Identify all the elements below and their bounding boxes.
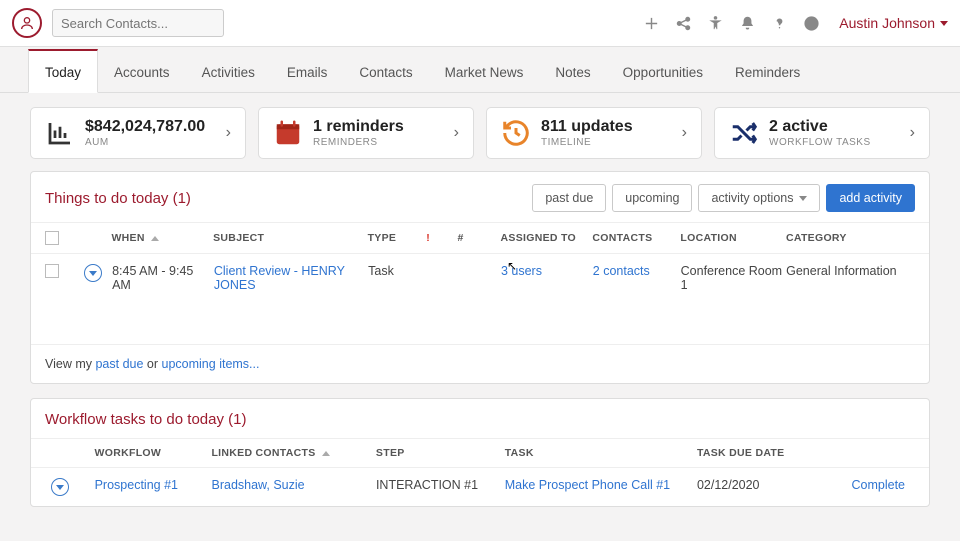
- plus-icon[interactable]: [637, 9, 665, 37]
- tab-emails[interactable]: Emails: [271, 51, 344, 92]
- chevron-down-icon: [89, 271, 97, 276]
- card-reminders[interactable]: 1 remindersREMINDERS ›: [258, 107, 474, 159]
- workflow-panel: Workflow tasks to do today (1) WORKFLOW …: [30, 398, 930, 507]
- col-category[interactable]: CATEGORY: [786, 232, 915, 244]
- tab-opportunities[interactable]: Opportunities: [607, 51, 719, 92]
- upcoming-button[interactable]: upcoming: [612, 184, 692, 212]
- footer-prefix: View my: [45, 357, 95, 371]
- cell-workflow[interactable]: Prospecting #1: [95, 478, 212, 492]
- col-when[interactable]: WHEN: [111, 232, 213, 244]
- cell-step: INTERACTION #1: [376, 478, 505, 492]
- tab-notes[interactable]: Notes: [539, 51, 606, 92]
- caret-down-icon: [799, 196, 807, 201]
- col-task[interactable]: TASK: [505, 447, 697, 459]
- search-input[interactable]: [52, 9, 224, 37]
- table-row[interactable]: Prospecting #1 Bradshaw, Suzie INTERACTI…: [31, 468, 929, 506]
- expand-toggle[interactable]: [84, 264, 102, 282]
- cell-contacts[interactable]: 2 contacts: [593, 264, 681, 278]
- col-location[interactable]: LOCATION: [680, 232, 786, 244]
- cell-assigned[interactable]: 3 users: [501, 264, 593, 278]
- chat-icon[interactable]: [797, 9, 825, 37]
- things-panel: Things to do today (1) past due upcoming…: [30, 171, 930, 384]
- row-checkbox[interactable]: [45, 264, 59, 278]
- workflow-table-header: WORKFLOW LINKED CONTACTS STEP TASK TASK …: [31, 438, 929, 468]
- tab-market-news[interactable]: Market News: [429, 51, 540, 92]
- tabbar: Today Accounts Activities Emails Contact…: [0, 47, 960, 93]
- help-icon[interactable]: [765, 9, 793, 37]
- col-workflow[interactable]: WORKFLOW: [95, 447, 212, 459]
- cell-location: Conference Room 1: [681, 264, 786, 292]
- card-title: $842,024,787.00: [85, 118, 205, 136]
- panel-title: Things to do today (1): [45, 190, 191, 207]
- things-footer: View my past due or upcoming items...: [31, 344, 929, 383]
- calendar-icon: [273, 120, 303, 146]
- label: activity options: [711, 191, 793, 205]
- tab-accounts[interactable]: Accounts: [98, 51, 186, 92]
- col-assigned[interactable]: ASSIGNED TO: [501, 232, 593, 244]
- cell-when: 8:45 AM - 9:45 AM: [112, 264, 214, 292]
- bar-chart-icon: [45, 120, 75, 146]
- tab-today[interactable]: Today: [28, 49, 98, 93]
- chevron-right-icon: ›: [682, 124, 687, 142]
- tab-contacts[interactable]: Contacts: [343, 51, 428, 92]
- col-linked[interactable]: LINKED CONTACTS: [211, 447, 375, 459]
- card-workflow[interactable]: 2 activeWORKFLOW TASKS ›: [714, 107, 930, 159]
- card-title: 2 active: [769, 118, 871, 136]
- col-subject[interactable]: SUBJECT: [213, 232, 367, 244]
- topbar: Austin Johnson: [0, 0, 960, 47]
- expand-toggle[interactable]: [51, 478, 69, 496]
- card-title: 1 reminders: [313, 118, 404, 136]
- caret-down-icon: [940, 21, 948, 26]
- add-activity-button[interactable]: add activity: [826, 184, 915, 212]
- card-aum[interactable]: $842,024,787.00AUM ›: [30, 107, 246, 159]
- col-type[interactable]: TYPE: [368, 232, 427, 244]
- sort-asc-icon: [151, 236, 159, 241]
- col-step[interactable]: STEP: [376, 447, 505, 459]
- cell-subject[interactable]: Client Review - HENRY JONES: [214, 264, 368, 292]
- things-table-header: WHEN SUBJECT TYPE ! # ASSIGNED TO CONTAC…: [31, 222, 929, 254]
- card-sub: TIMELINE: [541, 137, 633, 148]
- col-priority[interactable]: !: [426, 232, 457, 244]
- complete-link[interactable]: Complete: [836, 478, 915, 492]
- tab-reminders[interactable]: Reminders: [719, 51, 816, 92]
- chevron-right-icon: ›: [910, 124, 915, 142]
- past-due-link[interactable]: past due: [95, 357, 143, 371]
- card-sub: AUM: [85, 137, 205, 148]
- past-due-button[interactable]: past due: [532, 184, 606, 212]
- tab-activities[interactable]: Activities: [186, 51, 271, 92]
- cell-category: General Information: [786, 264, 915, 278]
- chevron-right-icon: ›: [454, 124, 459, 142]
- col-number[interactable]: #: [458, 232, 501, 244]
- app-logo[interactable]: [12, 8, 42, 38]
- footer-mid: or: [143, 357, 161, 371]
- username-label: Austin Johnson: [839, 15, 935, 31]
- cell-linked[interactable]: Bradshaw, Suzie: [212, 478, 376, 492]
- cell-type: Task: [368, 264, 427, 278]
- shuffle-icon: [729, 120, 759, 146]
- accessibility-icon[interactable]: [701, 9, 729, 37]
- bell-icon[interactable]: [733, 9, 761, 37]
- sort-asc-icon: [322, 451, 330, 456]
- activity-options-button[interactable]: activity options: [698, 184, 820, 212]
- chevron-down-icon: [56, 485, 64, 490]
- summary-cards: $842,024,787.00AUM › 1 remindersREMINDER…: [0, 93, 960, 171]
- cell-task[interactable]: Make Prospect Phone Call #1: [505, 478, 697, 492]
- select-all-checkbox[interactable]: [45, 231, 59, 245]
- user-menu[interactable]: Austin Johnson: [839, 15, 948, 31]
- table-row[interactable]: 8:45 AM - 9:45 AM Client Review - HENRY …: [31, 254, 929, 302]
- cell-due: 02/12/2020: [697, 478, 836, 492]
- card-sub: REMINDERS: [313, 137, 404, 148]
- chevron-right-icon: ›: [226, 124, 231, 142]
- card-title: 811 updates: [541, 118, 633, 136]
- card-sub: WORKFLOW TASKS: [769, 137, 871, 148]
- history-icon: [501, 120, 531, 146]
- panel-title: Workflow tasks to do today (1): [45, 411, 246, 428]
- col-due[interactable]: TASK DUE DATE: [697, 447, 836, 459]
- share-icon[interactable]: [669, 9, 697, 37]
- upcoming-items-link[interactable]: upcoming items...: [162, 357, 260, 371]
- card-updates[interactable]: 811 updatesTIMELINE ›: [486, 107, 702, 159]
- col-contacts[interactable]: CONTACTS: [592, 232, 680, 244]
